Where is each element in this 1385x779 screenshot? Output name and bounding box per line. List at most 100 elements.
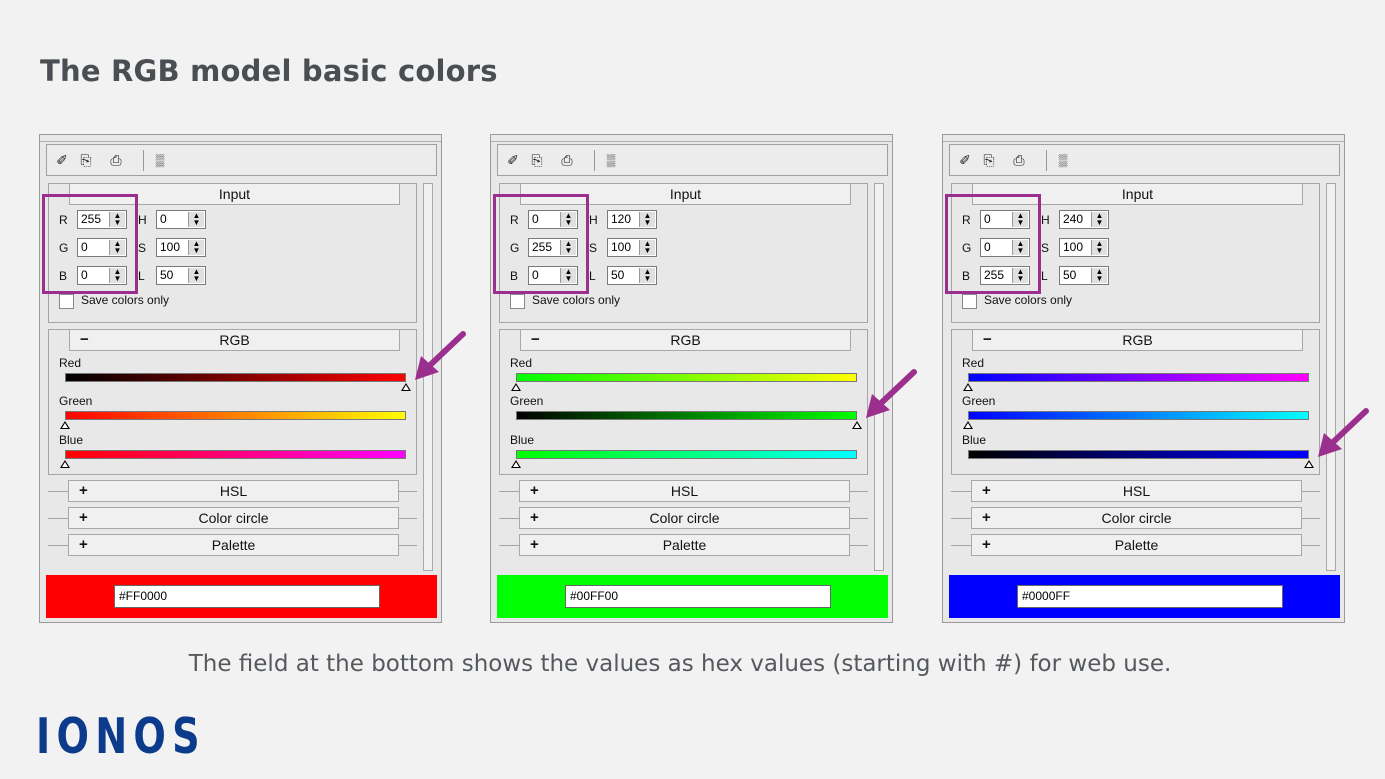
green-slider-track[interactable] bbox=[65, 411, 406, 420]
palette-header-label: Palette bbox=[211, 537, 256, 553]
blue-slider-track[interactable] bbox=[516, 450, 857, 459]
s-spinbox[interactable]: 100 ▲ ▼ bbox=[1059, 238, 1109, 257]
palette-header-label: Palette bbox=[662, 537, 707, 553]
hsl-header-label: HSL bbox=[1122, 483, 1151, 499]
collapse-icon: − bbox=[531, 331, 540, 348]
copy-icon[interactable]: ⎘ bbox=[77, 151, 95, 169]
hsl-header-button[interactable]: + HSL bbox=[519, 480, 850, 502]
green-slider-label: Green bbox=[59, 394, 93, 408]
spin-arrows-icon[interactable]: ▲ ▼ bbox=[1091, 240, 1107, 255]
expand-icon: + bbox=[982, 482, 991, 499]
green-slider-handle[interactable] bbox=[852, 421, 862, 429]
spin-arrows-icon[interactable]: ▲ ▼ bbox=[1091, 268, 1107, 283]
rgb-header-button[interactable]: − RGB bbox=[972, 329, 1303, 351]
l-spinbox[interactable]: 50 ▲ ▼ bbox=[156, 266, 206, 285]
expand-icon: + bbox=[530, 482, 539, 499]
s-spinbox[interactable]: 100 ▲ ▼ bbox=[156, 238, 206, 257]
paste-icon[interactable]: ⎙ bbox=[558, 151, 576, 169]
grid-icon[interactable]: ▒ bbox=[151, 151, 169, 169]
red-slider-handle[interactable] bbox=[401, 383, 411, 391]
red-slider-track[interactable] bbox=[516, 373, 857, 382]
eyedropper-icon[interactable]: ✐ bbox=[53, 151, 71, 169]
l-value: 50 bbox=[1063, 268, 1077, 282]
h-spinbox[interactable]: 120 ▲ ▼ bbox=[607, 210, 657, 229]
l-value: 50 bbox=[611, 268, 625, 282]
hsl-header-button[interactable]: + HSL bbox=[971, 480, 1302, 502]
blue-slider-label: Blue bbox=[59, 433, 84, 447]
eyedropper-icon[interactable]: ✐ bbox=[956, 151, 974, 169]
spin-arrows-icon[interactable]: ▲ ▼ bbox=[639, 268, 655, 283]
panel-top-strip bbox=[943, 135, 1344, 142]
expand-icon: + bbox=[79, 482, 88, 499]
toolbar-separator bbox=[1046, 150, 1047, 171]
hex-input[interactable]: #0000FF bbox=[1017, 585, 1283, 608]
spin-arrows-icon[interactable]: ▲ ▼ bbox=[639, 212, 655, 227]
blue-slider-handle[interactable] bbox=[511, 460, 521, 468]
blue-slider-handle[interactable] bbox=[60, 460, 70, 468]
red-slider-label: Red bbox=[962, 356, 985, 370]
spin-arrows-icon[interactable]: ▲ ▼ bbox=[1091, 212, 1107, 227]
save-colors-checkbox[interactable] bbox=[510, 294, 525, 309]
hex-input[interactable]: #00FF00 bbox=[565, 585, 831, 608]
paste-icon[interactable]: ⎙ bbox=[107, 151, 125, 169]
blue-slider-track[interactable] bbox=[968, 450, 1309, 459]
color-circle-header-label: Color circle bbox=[1101, 510, 1172, 526]
red-slider-handle[interactable] bbox=[963, 383, 973, 391]
green-slider-label: Green bbox=[962, 394, 996, 408]
copy-icon[interactable]: ⎘ bbox=[528, 151, 546, 169]
grid-icon[interactable]: ▒ bbox=[602, 151, 620, 169]
hex-value: #FF0000 bbox=[119, 589, 168, 603]
grid-icon[interactable]: ▒ bbox=[1054, 151, 1072, 169]
h-label: H bbox=[138, 213, 147, 227]
rgb-header-button[interactable]: − RGB bbox=[69, 329, 400, 351]
hsl-header-button[interactable]: + HSL bbox=[68, 480, 399, 502]
l-value: 50 bbox=[160, 268, 174, 282]
copy-icon[interactable]: ⎘ bbox=[980, 151, 998, 169]
spin-arrows-icon[interactable]: ▲ ▼ bbox=[188, 268, 204, 283]
color-circle-header-button[interactable]: + Color circle bbox=[68, 507, 399, 529]
hex-value: #00FF00 bbox=[570, 589, 619, 603]
s-label: S bbox=[138, 241, 147, 255]
color-circle-header-button[interactable]: + Color circle bbox=[971, 507, 1302, 529]
blue-slider-label: Blue bbox=[962, 433, 987, 447]
save-colors-checkbox[interactable] bbox=[59, 294, 74, 309]
palette-header-button[interactable]: + Palette bbox=[68, 534, 399, 556]
spin-arrows-icon[interactable]: ▲ ▼ bbox=[188, 212, 204, 227]
l-spinbox[interactable]: 50 ▲ ▼ bbox=[1059, 266, 1109, 285]
blue-slider-handle[interactable] bbox=[1304, 460, 1314, 468]
color-circle-header-button[interactable]: + Color circle bbox=[519, 507, 850, 529]
h-spinbox[interactable]: 0 ▲ ▼ bbox=[156, 210, 206, 229]
scrollbar[interactable] bbox=[1326, 183, 1336, 571]
green-slider-track[interactable] bbox=[968, 411, 1309, 420]
arrow-shaft bbox=[875, 369, 917, 409]
hex-input[interactable]: #FF0000 bbox=[114, 585, 380, 608]
palette-header-button[interactable]: + Palette bbox=[519, 534, 850, 556]
rgb-values-highlight bbox=[945, 194, 1041, 294]
expand-icon: + bbox=[982, 536, 991, 553]
red-slider-label: Red bbox=[510, 356, 533, 370]
rgb-header-button[interactable]: − RGB bbox=[520, 329, 851, 351]
l-spinbox[interactable]: 50 ▲ ▼ bbox=[607, 266, 657, 285]
l-label: L bbox=[138, 269, 145, 283]
red-slider-handle[interactable] bbox=[511, 383, 521, 391]
save-colors-checkbox[interactable] bbox=[962, 294, 977, 309]
green-slider-track[interactable] bbox=[516, 411, 857, 420]
blue-slider-track[interactable] bbox=[65, 450, 406, 459]
rgb-header-label: RGB bbox=[670, 332, 701, 348]
red-slider-track[interactable] bbox=[65, 373, 406, 382]
palette-header-button[interactable]: + Palette bbox=[971, 534, 1302, 556]
h-spinbox[interactable]: 240 ▲ ▼ bbox=[1059, 210, 1109, 229]
h-label: H bbox=[589, 213, 598, 227]
paste-icon[interactable]: ⎙ bbox=[1010, 151, 1028, 169]
s-spinbox[interactable]: 100 ▲ ▼ bbox=[607, 238, 657, 257]
spin-arrows-icon[interactable]: ▲ ▼ bbox=[188, 240, 204, 255]
color-circle-header-label: Color circle bbox=[649, 510, 720, 526]
collapse-icon: − bbox=[80, 331, 89, 348]
green-slider-handle[interactable] bbox=[60, 421, 70, 429]
toolbar: ✐ ⎘ ⎙ ▒ bbox=[497, 144, 888, 176]
red-slider-track[interactable] bbox=[968, 373, 1309, 382]
spin-arrows-icon[interactable]: ▲ ▼ bbox=[639, 240, 655, 255]
eyedropper-icon[interactable]: ✐ bbox=[504, 151, 522, 169]
s-value: 100 bbox=[611, 240, 632, 254]
green-slider-handle[interactable] bbox=[963, 421, 973, 429]
